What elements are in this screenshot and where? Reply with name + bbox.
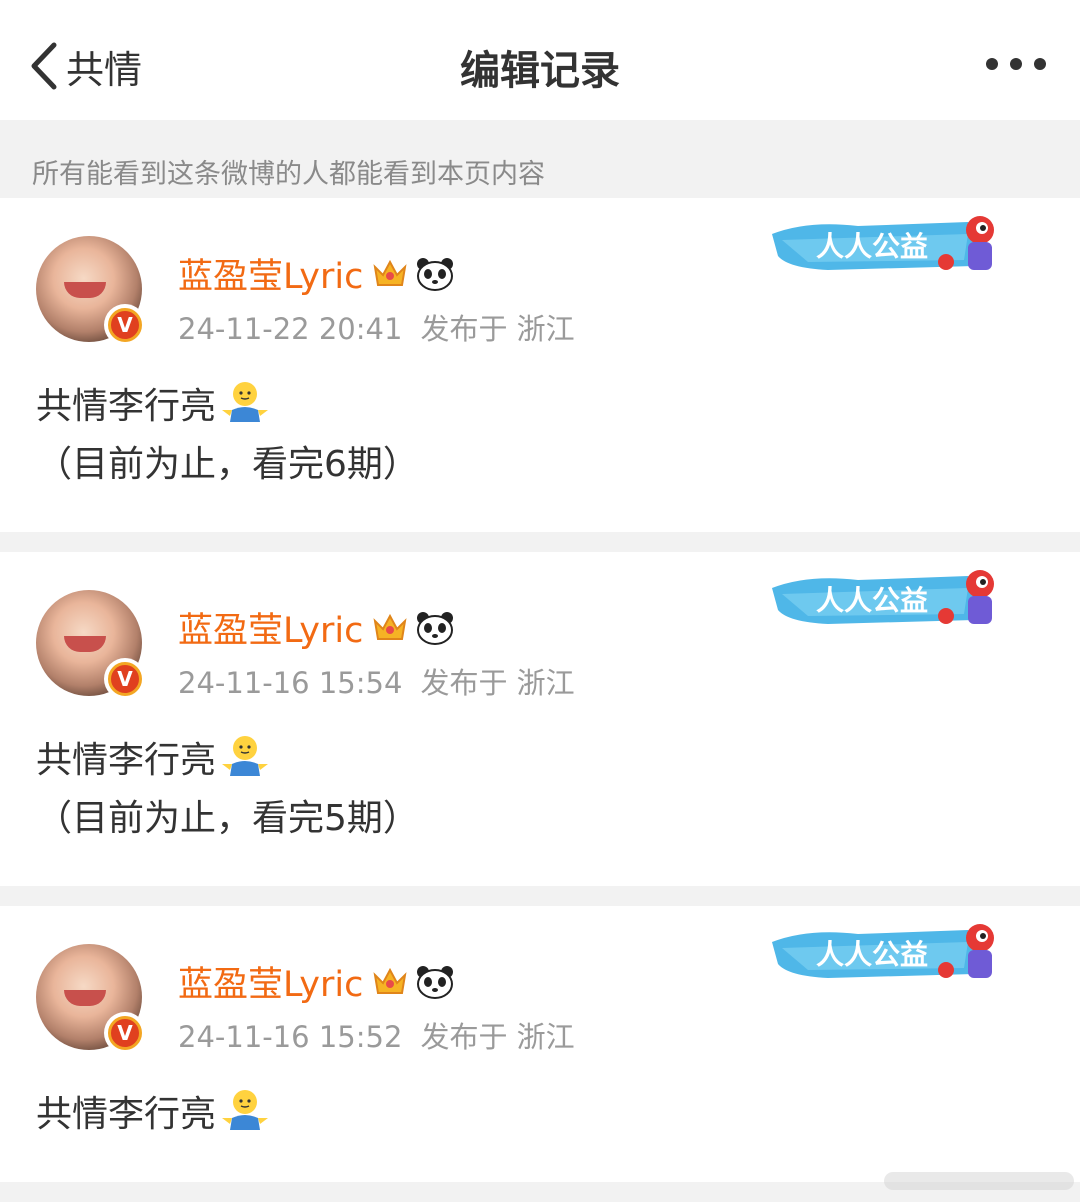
post-text-line-1: 共情李行亮 [36,1094,217,1135]
shrug-emoji-icon [222,1090,269,1130]
banner-text: 人人公益 [816,230,928,263]
post-text-line-2: （目前为止，看完5期） [36,798,419,839]
crown-icon [373,967,407,994]
post-meta: 24-11-16 15:52 发布于 浙江 [178,1014,575,1056]
nav-bar: 共情 编辑记录 [0,0,1080,120]
edit-record-card[interactable]: V 蓝盈莹Lyric 24-11-16 15:54 发布于 浙江 人人公益 共情李… [0,552,1080,886]
username[interactable]: 蓝盈莹Lyric [178,956,363,1007]
shrug-emoji-icon [222,382,269,422]
username[interactable]: 蓝盈莹Lyric [178,602,363,653]
post-text-line-1: 共情李行亮 [36,740,217,781]
verified-badge-icon: V [104,1012,146,1054]
banner-text: 人人公益 [816,938,928,971]
crown-icon [373,613,407,640]
page-title: 编辑记录 [460,48,620,94]
post-content: 共情李行亮 [36,1086,270,1144]
charity-banner[interactable]: 人人公益 [768,564,1008,634]
panda-icon [417,257,454,291]
charity-banner[interactable]: 人人公益 [768,210,1008,280]
post-location: 发布于 浙江 [420,1020,575,1054]
watermark [884,1172,1074,1190]
post-content: 共情李行亮 （目前为止，看完6期） [36,378,419,494]
post-content: 共情李行亮 （目前为止，看完5期） [36,732,419,848]
post-meta: 24-11-22 20:41 发布于 浙江 [178,306,575,348]
edit-record-card[interactable]: V 蓝盈莹Lyric 24-11-16 15:52 发布于 浙江 人人公益 共情李… [0,906,1080,1182]
post-location: 发布于 浙江 [420,312,575,346]
banner-text: 人人公益 [816,584,928,617]
username[interactable]: 蓝盈莹Lyric [178,248,363,299]
panda-icon [417,611,454,645]
post-text-line-2: （目前为止，看完6期） [36,444,419,485]
more-dots-icon[interactable] [986,52,1046,76]
verified-badge-icon: V [104,658,146,700]
post-time: 24-11-16 15:52 [178,1020,403,1054]
edit-record-card[interactable]: V 蓝盈莹Lyric 24-11-22 20:41 发布于 浙江 人人公益 共情李… [0,198,1080,532]
charity-banner[interactable]: 人人公益 [768,918,1008,988]
post-text-line-1: 共情李行亮 [36,386,217,427]
panda-icon [417,965,454,999]
post-time: 24-11-16 15:54 [178,666,403,700]
verified-badge-icon: V [104,304,146,346]
post-location: 发布于 浙江 [420,666,575,700]
post-time: 24-11-22 20:41 [178,312,403,346]
post-meta: 24-11-16 15:54 发布于 浙江 [178,660,575,702]
crown-icon [373,259,407,286]
visibility-notice: 所有能看到这条微博的人都能看到本页内容 [32,159,545,190]
shrug-emoji-icon [222,736,269,776]
